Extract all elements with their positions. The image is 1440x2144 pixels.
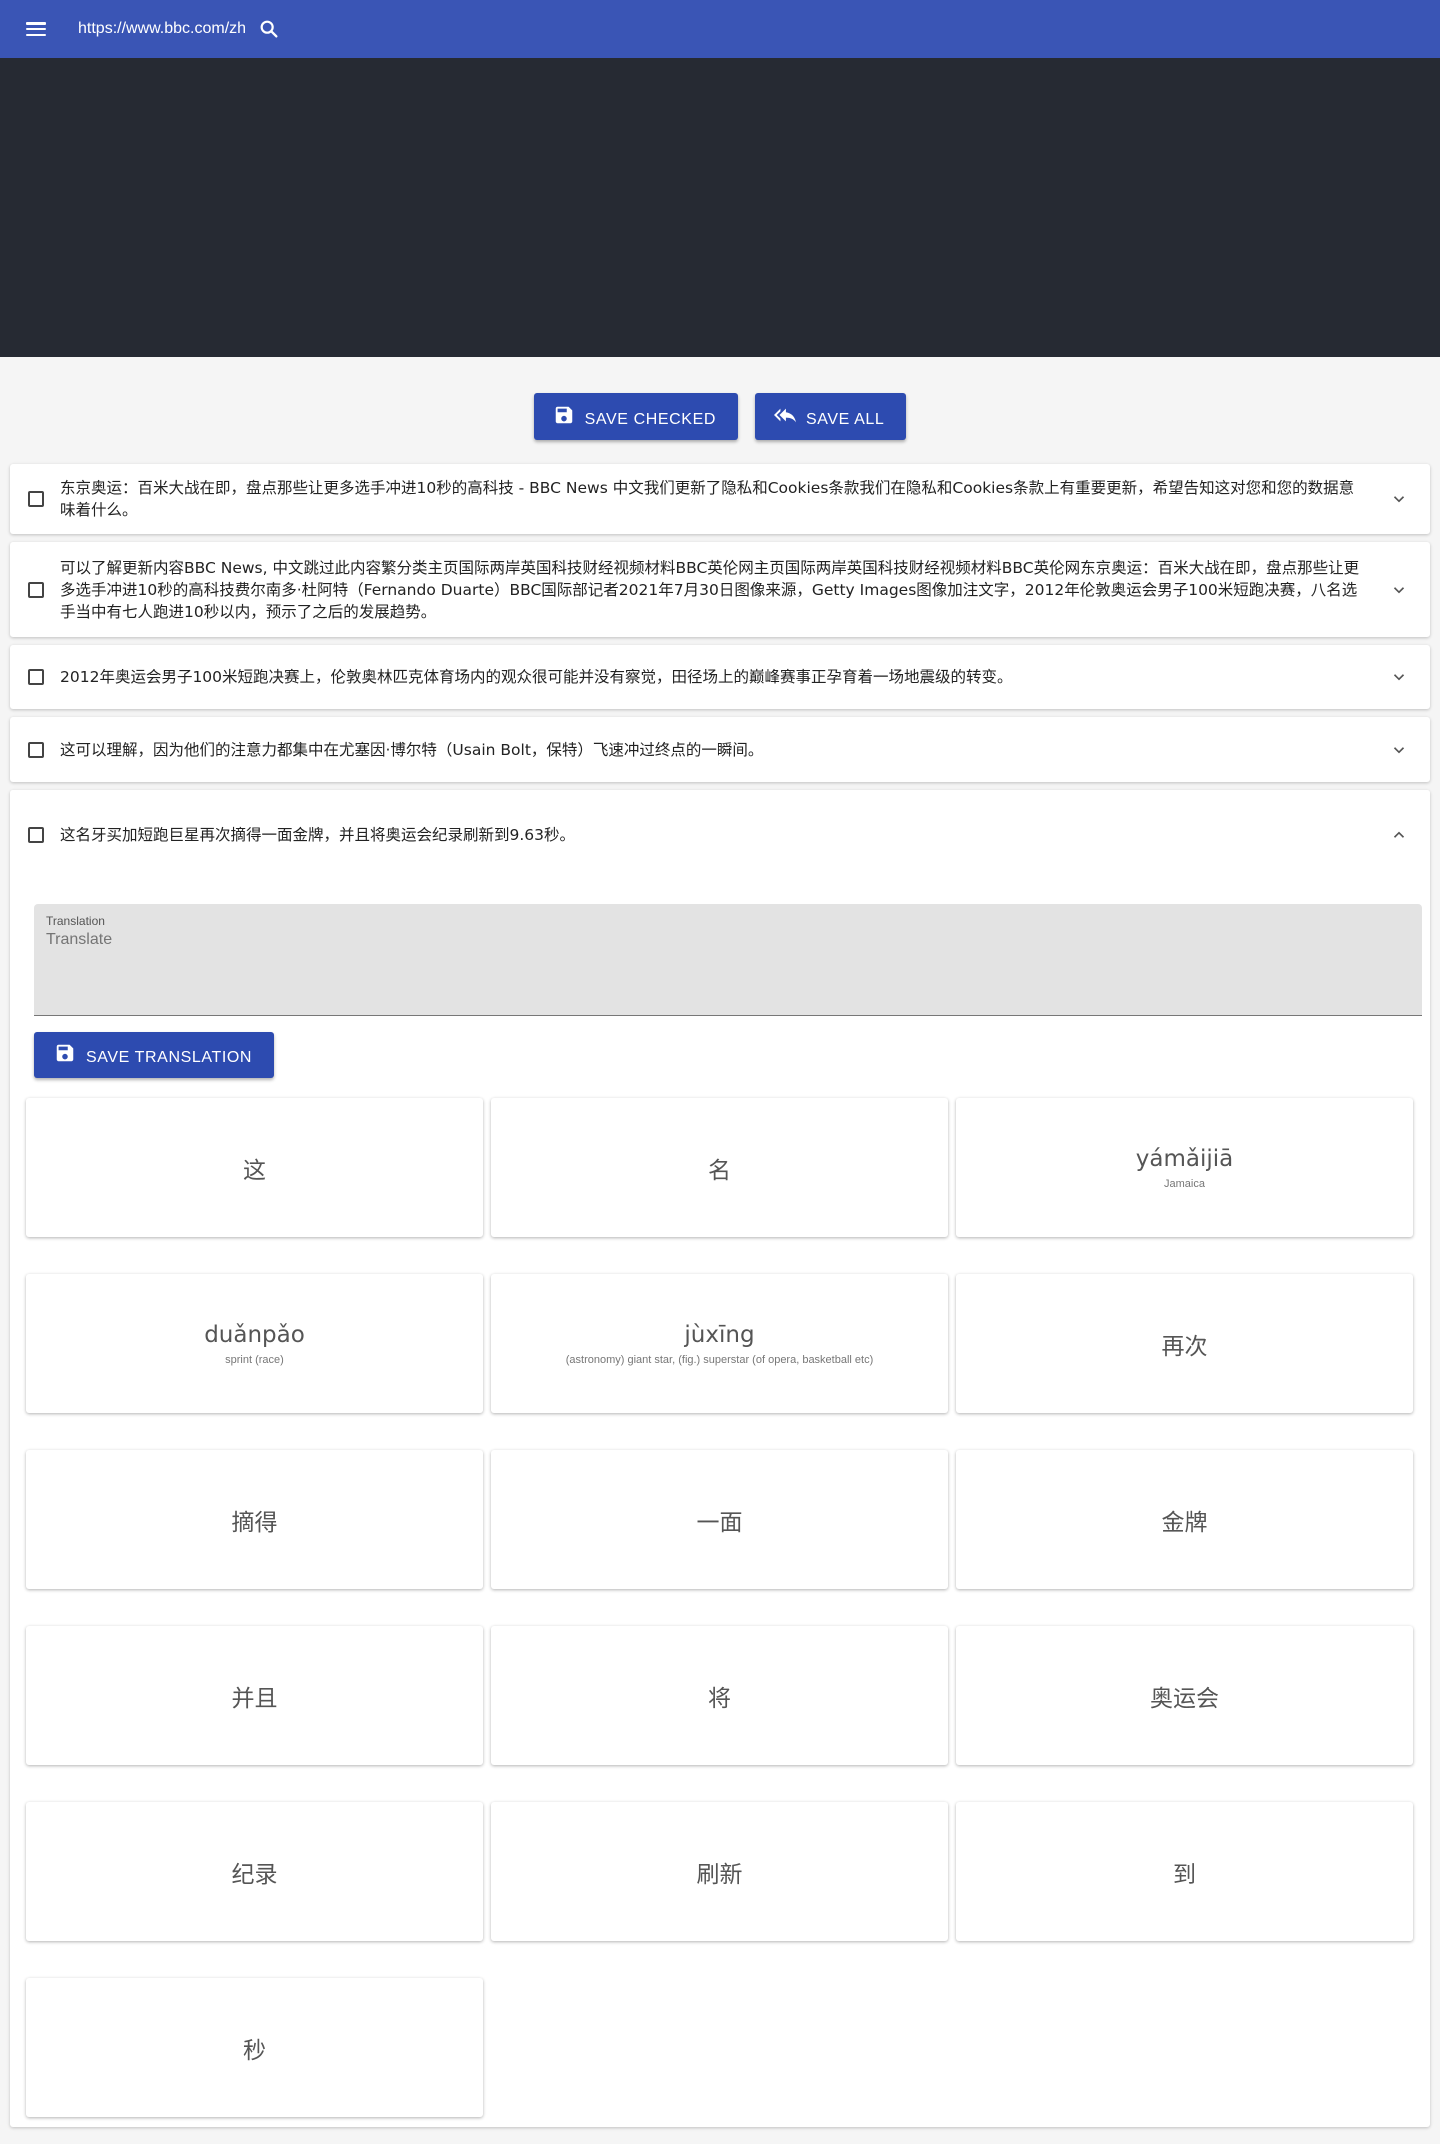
word-main: 刷新	[696, 1861, 743, 1888]
word-card[interactable]: 一面	[491, 1450, 948, 1589]
word-card[interactable]: 再次	[956, 1274, 1413, 1413]
sentence-checkbox[interactable]	[28, 581, 44, 598]
sentence-text: 东京奥运：百米大战在即，盘点那些让更多选手冲进10秒的高科技 - BBC New…	[60, 479, 1355, 519]
word-card[interactable]: 秒	[26, 1978, 483, 2117]
sentence-list: 东京奥运：百米大战在即，盘点那些让更多选手冲进10秒的高科技 - BBC New…	[10, 464, 1430, 2135]
word-main: 再次	[1161, 1333, 1208, 1360]
word-main: 到	[1173, 1861, 1196, 1888]
sentence-item[interactable]: 这可以理解，因为他们的注意力都集中在尤塞因·博尔特（Usain Bolt，保特）…	[10, 717, 1430, 782]
sentence-item[interactable]: 东京奥运：百米大战在即，盘点那些让更多选手冲进10秒的高科技 - BBC New…	[10, 464, 1430, 534]
word-main: 并且	[231, 1685, 278, 1712]
word-card[interactable]: 将	[491, 1626, 948, 1765]
translation-label: Translation	[46, 914, 105, 928]
word-card[interactable]: jùxīng (astronomy) giant star, (fig.) sup…	[491, 1274, 948, 1413]
word-card[interactable]: 到	[956, 1802, 1413, 1941]
word-card[interactable]: 摘得	[26, 1450, 483, 1589]
sentence-item[interactable]: 可以了解更新内容BBC News, 中文跳过此内容繁分类主页国际两岸英国科技财经…	[10, 542, 1430, 637]
reply-all-icon	[774, 408, 797, 422]
chevron-down-icon[interactable]	[1390, 581, 1408, 599]
translation-field[interactable]: Translation	[34, 904, 1422, 1016]
url-input[interactable]	[78, 16, 246, 42]
word-main: 金牌	[1161, 1509, 1208, 1536]
save-all-button[interactable]: SAVE ALL	[755, 393, 907, 440]
sentence-checkbox[interactable]	[28, 669, 44, 685]
word-definition: sprint (race)	[225, 1353, 284, 1366]
word-main: 秒	[243, 2037, 266, 2064]
expanded-sentence: 这名牙买加短跑巨星再次摘得一面金牌，并且将奥运会纪录刷新到9.63秒。 Tran…	[10, 790, 1430, 2127]
word-main: jùxīng	[684, 1321, 755, 1348]
app-bar	[0, 0, 1440, 58]
word-card[interactable]: 纪录	[26, 1802, 483, 1941]
sentence-text: 2012年奥运会男子100米短跑决赛上，伦敦奥林匹克体育场内的观众很可能并没有察…	[60, 668, 1013, 686]
save-checked-label: SAVE CHECKED	[584, 410, 717, 428]
word-main: duǎnpǎo	[204, 1321, 305, 1348]
sentence-text: 可以了解更新内容BBC News, 中文跳过此内容繁分类主页国际两岸英国科技财经…	[60, 558, 1360, 621]
word-card[interactable]: yámǎijiā Jamaica	[956, 1098, 1413, 1237]
save-actions: SAVE CHECKED SAVE ALL	[0, 393, 1440, 440]
word-main: 这	[243, 1157, 266, 1184]
sentence-text: 这可以理解，因为他们的注意力都集中在尤塞因·博尔特（Usain Bolt，保特）…	[60, 740, 764, 759]
sentence-checkbox[interactable]	[28, 827, 44, 843]
sentence-checkbox[interactable]	[28, 491, 44, 507]
word-card[interactable]: 这	[26, 1098, 483, 1237]
word-card[interactable]: 并且	[26, 1626, 483, 1765]
sentence-checkbox[interactable]	[28, 741, 44, 758]
video-player[interactable]	[0, 58, 1440, 357]
chevron-down-icon[interactable]	[1390, 490, 1408, 508]
save-translation-label: SAVE TRANSLATION	[86, 1049, 253, 1066]
chevron-down-icon[interactable]	[1390, 668, 1408, 686]
word-definition: (astronomy) giant star, (fig.) superstar…	[565, 1353, 874, 1366]
sentence-item[interactable]: 2012年奥运会男子100米短跑决赛上，伦敦奥林匹克体育场内的观众很可能并没有察…	[10, 645, 1430, 709]
word-card[interactable]: duǎnpǎo sprint (race)	[26, 1274, 483, 1413]
menu-icon[interactable]	[26, 19, 50, 39]
word-main: yámǎijiā	[1135, 1145, 1234, 1172]
save-icon	[555, 406, 572, 423]
chevron-up-icon[interactable]	[1390, 826, 1408, 844]
word-main: 将	[708, 1685, 731, 1712]
save-checked-button[interactable]: SAVE CHECKED	[533, 393, 739, 440]
search-icon[interactable]	[258, 18, 280, 40]
word-main: 纪录	[231, 1861, 278, 1888]
word-main: 名	[708, 1157, 731, 1184]
word-card[interactable]: 刷新	[491, 1802, 948, 1941]
word-card[interactable]: 金牌	[956, 1450, 1413, 1589]
save-icon	[56, 1044, 74, 1062]
translation-input[interactable]	[46, 931, 1410, 949]
save-translation-button[interactable]: SAVE TRANSLATION	[34, 1032, 275, 1078]
word-main: 奥运会	[1150, 1685, 1219, 1712]
sentence-item[interactable]: 这名牙买加短跑巨星再次摘得一面金牌，并且将奥运会纪录刷新到9.63秒。	[10, 790, 1430, 880]
word-card[interactable]: 奥运会	[956, 1626, 1413, 1765]
chevron-down-icon[interactable]	[1390, 741, 1408, 759]
word-definition: Jamaica	[1164, 1177, 1205, 1190]
save-all-label: SAVE ALL	[806, 410, 885, 428]
sentence-text: 这名牙买加短跑巨星再次摘得一面金牌，并且将奥运会纪录刷新到9.63秒。	[60, 826, 576, 844]
word-main: 一面	[696, 1509, 743, 1536]
word-grid: 这 名 yámǎijiā Jamaica duǎnpǎo sprint (race)…	[26, 1098, 1414, 2117]
word-card[interactable]: 名	[491, 1098, 948, 1237]
word-main: 摘得	[231, 1509, 278, 1536]
